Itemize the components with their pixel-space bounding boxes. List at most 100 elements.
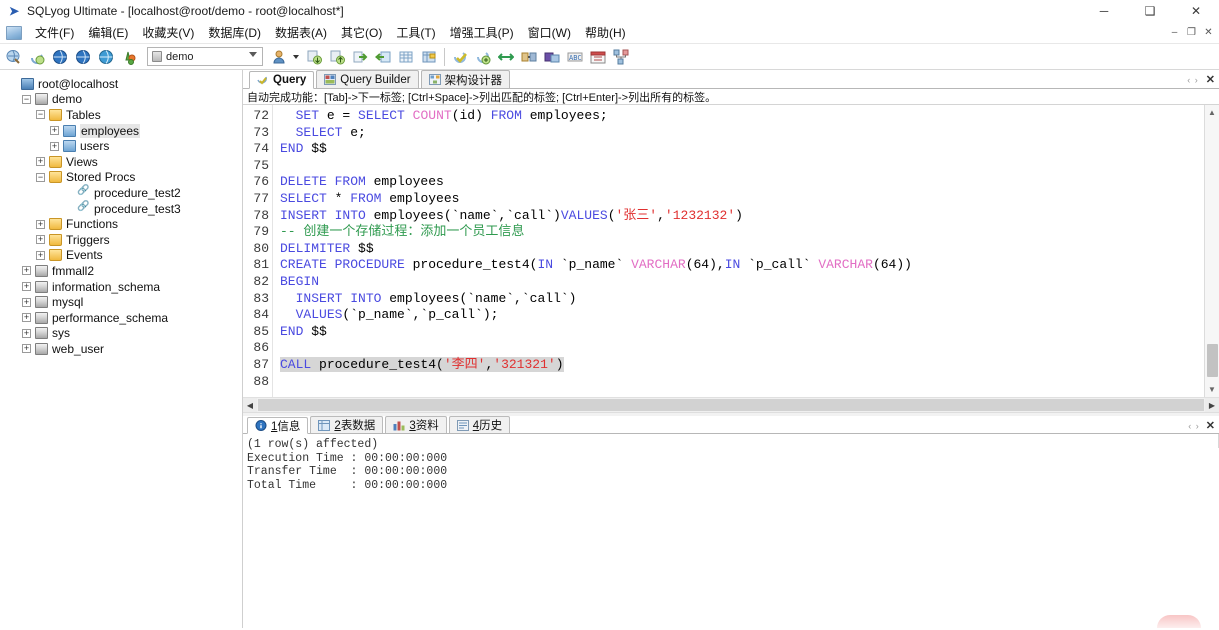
result-tab-nav-arrows[interactable]: ‹ ›: [1188, 421, 1200, 431]
table-data-button[interactable]: [395, 46, 417, 68]
sync-data-button[interactable]: [495, 46, 517, 68]
menu-tools[interactable]: 工具(T): [389, 22, 442, 43]
query-builder-button[interactable]: [95, 46, 117, 68]
tab-query[interactable]: Query: [249, 71, 315, 89]
horizontal-scroll-thumb[interactable]: [258, 399, 1204, 411]
code-line[interactable]: SET e = SELECT COUNT(id) FROM employees;: [280, 108, 1204, 125]
code-line[interactable]: CREATE PROCEDURE procedure_test4(IN `p_n…: [280, 257, 1204, 274]
tree-node-users[interactable]: + users: [0, 138, 242, 154]
code-line[interactable]: INSERT INTO employees(`name`,`call`): [280, 291, 1204, 308]
menu-other[interactable]: 其它(O): [334, 22, 389, 43]
close-button[interactable]: ✕: [1173, 0, 1219, 22]
new-query-tab-button[interactable]: [49, 46, 71, 68]
tree-expand-icon[interactable]: +: [22, 328, 31, 338]
import-external-data-button[interactable]: [303, 46, 325, 68]
database-combo[interactable]: demo: [147, 47, 263, 66]
scroll-down-arrow-icon[interactable]: ▼: [1208, 383, 1216, 396]
object-browser-tree[interactable]: root@localhost − demo − Tables + employees + use…: [0, 70, 243, 628]
tree-node-web-user[interactable]: + web_user: [0, 341, 242, 357]
tree-node-employees[interactable]: + employees: [0, 123, 242, 139]
tree-node-triggers[interactable]: + Triggers: [0, 232, 242, 248]
code-line[interactable]: BEGIN: [280, 274, 1204, 291]
mdi-close-button[interactable]: ✕: [1200, 24, 1217, 40]
result-tab-table-data[interactable]: 2表数据: [310, 416, 384, 433]
mdi-restore-button[interactable]: ❐: [1183, 24, 1200, 40]
tree-node-events[interactable]: + Events: [0, 248, 242, 264]
notification-services-button[interactable]: [541, 46, 563, 68]
scroll-up-arrow-icon[interactable]: ▲: [1208, 106, 1216, 119]
scheduled-backup-button[interactable]: [587, 46, 609, 68]
user-dropdown-caret-icon[interactable]: [293, 54, 299, 59]
tree-collapse-icon[interactable]: −: [36, 110, 45, 120]
tree-expand-icon[interactable]: +: [50, 126, 59, 136]
code-line[interactable]: [280, 340, 1204, 357]
tree-collapse-icon[interactable]: −: [22, 94, 31, 104]
menu-help[interactable]: 帮助(H): [578, 22, 633, 43]
editor-vertical-scrollbar[interactable]: ▲ ▼: [1204, 105, 1219, 397]
result-tab-profile[interactable]: 3资料: [385, 416, 447, 433]
code-line[interactable]: [280, 374, 1204, 391]
menu-file[interactable]: 文件(F): [28, 22, 81, 43]
tree-node-server[interactable]: root@localhost: [0, 76, 242, 92]
migration-button[interactable]: [610, 46, 632, 68]
open-query-button[interactable]: [72, 46, 94, 68]
backup-button[interactable]: [349, 46, 371, 68]
table-diagnostics-button[interactable]: [418, 46, 440, 68]
tree-expand-icon[interactable]: +: [50, 141, 59, 151]
tree-expand-icon[interactable]: +: [36, 235, 45, 245]
tree-node-procedure-test2[interactable]: procedure_test2: [0, 185, 242, 201]
export-data-button[interactable]: [326, 46, 348, 68]
tree-node-views[interactable]: + Views: [0, 154, 242, 170]
tab-query-builder[interactable]: Query Builder: [316, 70, 419, 88]
execute-query-button[interactable]: [449, 46, 471, 68]
tree-node-performance-schema[interactable]: + performance_schema: [0, 310, 242, 326]
schema-designer-button[interactable]: [118, 46, 140, 68]
tree-expand-icon[interactable]: +: [36, 219, 45, 229]
tree-expand-icon[interactable]: +: [36, 157, 45, 167]
code-line[interactable]: CALL procedure_test4('李四','321321'): [280, 356, 1204, 374]
sql-editor[interactable]: 72 73 74 75 76 77 78 79 80 81 82 83 84 85 86 87 88 SET e…: [243, 105, 1219, 397]
sql-code-area[interactable]: SET e = SELECT COUNT(id) FROM employees;…: [273, 105, 1204, 397]
tree-expand-icon[interactable]: +: [22, 266, 31, 276]
menu-window[interactable]: 窗口(W): [521, 22, 578, 43]
editor-horizontal-scrollbar[interactable]: ◀ ▶: [243, 397, 1219, 412]
menu-database[interactable]: 数据库(D): [201, 22, 268, 43]
user-manager-button[interactable]: [269, 46, 291, 68]
hscroll-left-arrow-icon[interactable]: ◀: [243, 398, 257, 412]
tree-node-information-schema[interactable]: + information_schema: [0, 279, 242, 295]
tree-node-stored-procs[interactable]: − Stored Procs: [0, 170, 242, 186]
tab-schema-designer[interactable]: 架构设计器: [420, 70, 511, 88]
code-line[interactable]: -- 创建一个存储过程：添加一个员工信息: [280, 224, 1204, 241]
restore-button[interactable]: [372, 46, 394, 68]
code-line[interactable]: END $$: [280, 324, 1204, 341]
tree-expand-icon[interactable]: +: [22, 282, 31, 292]
vertical-scroll-track[interactable]: [1205, 119, 1219, 383]
tree-node-procedure-test3[interactable]: procedure_test3: [0, 201, 242, 217]
sql-formatter-button[interactable]: ABC: [564, 46, 586, 68]
tab-nav-arrows[interactable]: ‹ ›: [1187, 75, 1199, 85]
tree-node-demo[interactable]: − demo: [0, 92, 242, 108]
mdi-minimize-button[interactable]: –: [1166, 24, 1183, 40]
menu-favorites[interactable]: 收藏夹(V): [135, 22, 201, 43]
code-line[interactable]: DELIMITER $$: [280, 241, 1204, 258]
tree-expand-icon[interactable]: +: [22, 344, 31, 354]
tree-expand-icon[interactable]: +: [22, 297, 31, 307]
new-connection-button[interactable]: [3, 46, 25, 68]
execute-all-button[interactable]: [472, 46, 494, 68]
mdi-app-icon[interactable]: [6, 25, 22, 40]
code-line[interactable]: SELECT * FROM employees: [280, 191, 1204, 208]
chevron-down-icon[interactable]: [249, 52, 257, 57]
menu-edit[interactable]: 编辑(E): [81, 22, 135, 43]
menu-powertools[interactable]: 增强工具(P): [443, 22, 521, 43]
tree-expand-icon[interactable]: +: [36, 250, 45, 260]
hscroll-right-arrow-icon[interactable]: ▶: [1205, 398, 1219, 412]
tree-expand-icon[interactable]: +: [22, 313, 31, 323]
code-line[interactable]: VALUES(`p_name`,`p_call`);: [280, 307, 1204, 324]
tree-node-sys[interactable]: + sys: [0, 326, 242, 342]
tree-collapse-icon[interactable]: −: [36, 172, 45, 182]
result-tab-history[interactable]: 4历史: [448, 416, 511, 433]
schema-sync-button[interactable]: [518, 46, 540, 68]
result-tab-close-button[interactable]: ✕: [1206, 419, 1215, 432]
code-line[interactable]: DELETE FROM employees: [280, 174, 1204, 191]
tree-node-mysql[interactable]: + mysql: [0, 294, 242, 310]
